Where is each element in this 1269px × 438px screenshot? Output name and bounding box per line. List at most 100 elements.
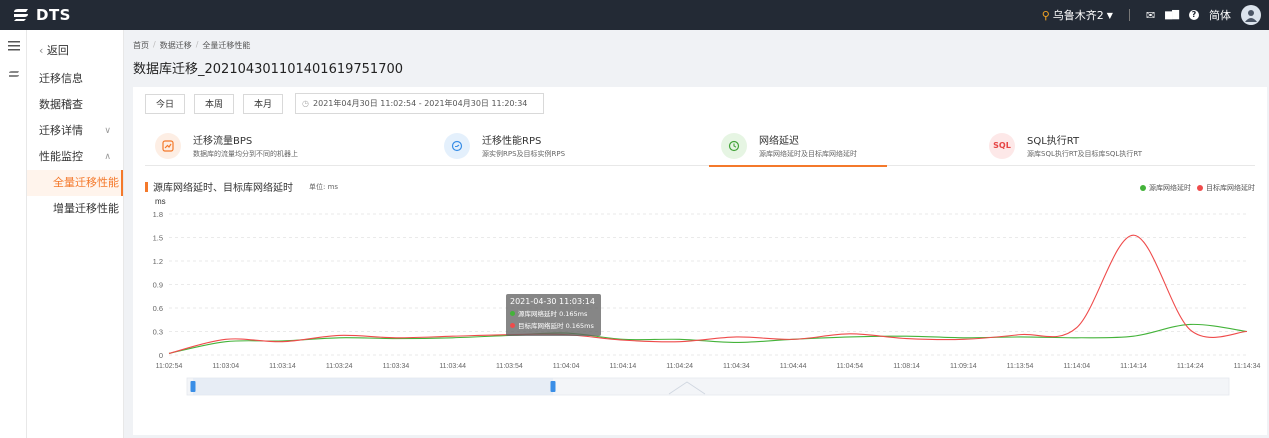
tab-title: 迁移流量BPS [193, 136, 253, 147]
tab-rps[interactable]: 迁移性能RPS 源实例RPS及目标实例RPS [444, 125, 565, 166]
tooltip-row-source: 源库网络延时 0.165ms [510, 308, 597, 318]
y-tick-label: 1.2 [153, 257, 163, 266]
cloud-logo-icon [14, 9, 28, 21]
legend-dot [1140, 185, 1146, 191]
date-range-value: 2021年04月30日 11:02:54 - 2021年04月30日 11:20… [313, 99, 528, 108]
sidebar-item-incremental-perf[interactable]: 增量迁移性能 [27, 196, 123, 222]
page-title: 数据库迁移_20210430110140161975170​0 [133, 62, 404, 77]
chart-unit: 单位: ms [309, 182, 339, 191]
sidebar: ‹ 返回 迁移信息 数据稽查 迁移详情 ∨ 性能监控 ∧ 全量迁移性能 增量迁移性能 [27, 30, 124, 438]
language-switch[interactable]: 简体 [1209, 7, 1231, 23]
sidebar-item-migration-details[interactable]: 迁移详情 ∨ [27, 118, 123, 144]
tab-bps[interactable]: 迁移流量BPS 数据库的流量均分到不同的机器上 [155, 125, 298, 166]
hamburger-menu-icon[interactable] [0, 32, 27, 60]
x-tick-label: 11:14:14 [1120, 363, 1147, 370]
this-month-button[interactable]: 本月 [243, 93, 284, 114]
zoom-slider-window [193, 378, 553, 395]
tooltip-label: 源库网络延时 0.165ms [518, 310, 588, 318]
sidebar-item-data-check[interactable]: 数据稽查 [27, 92, 123, 118]
tab-desc: 源库SQL执行RT及目标库SQL执行RT [1027, 150, 1142, 158]
x-tick-label: 11:03:44 [439, 363, 466, 370]
tab-network-latency[interactable]: 网络延迟 源库网络延时及目标库网络延时 [709, 125, 887, 167]
tooltip-row-target: 目标库网络延时 0.165ms [510, 320, 597, 330]
x-tick-label: 11:04:34 [723, 363, 750, 370]
gauge-icon [444, 132, 470, 159]
x-tick-label: 11:04:54 [836, 363, 863, 370]
x-tick-label: 11:03:14 [269, 363, 296, 370]
tooltip-label: 目标库网络延时 0.165ms [518, 322, 594, 330]
sidebar-item-performance[interactable]: 性能监控 ∧ [27, 144, 123, 170]
x-tick-label: 11:04:04 [553, 363, 580, 370]
latency-chart[interactable]: ms 0 0.3 0.6 0.9 1.2 1.5 1.8 11:02:54 11:03:04 11:… [133, 192, 1267, 435]
sidebar-item-label: 全量迁移性能 [53, 176, 119, 189]
tab-desc: 数据库的流量均分到不同的机器上 [193, 150, 298, 158]
sql-icon: SQL [989, 132, 1015, 159]
x-tick-label: 11:02:54 [156, 363, 183, 370]
x-tick-label: 11:08:14 [893, 363, 920, 370]
zoom-handle-left[interactable] [190, 381, 196, 392]
breadcrumb-separator: / [153, 40, 156, 49]
tab-desc: 源实例RPS及目标实例RPS [482, 150, 566, 158]
help-icon[interactable]: ? [1189, 10, 1199, 20]
x-tick-label: 11:14:24 [1177, 363, 1204, 370]
sidebar-item-label: 数据稽查 [39, 98, 83, 111]
x-tick-label: 11:14:34 [1234, 363, 1261, 370]
x-tick-label: 11:09:14 [950, 363, 977, 370]
y-tick-label: 0.6 [153, 304, 163, 313]
region-selector[interactable]: ⚲ 乌鲁木齐2 ▼ [1042, 7, 1113, 23]
y-tick-label: 1.5 [153, 234, 163, 243]
icon-rail [0, 30, 27, 438]
x-tick-label: 11:04:24 [666, 363, 693, 370]
breadcrumb-data-migration[interactable]: 数据迁移 [160, 40, 192, 51]
chevron-left-icon: ‹ [39, 44, 44, 57]
back-link[interactable]: ‹ 返回 [27, 30, 123, 66]
breadcrumb-current: 全量迁移性能 [202, 41, 251, 50]
breadcrumb: 首页 / 数据迁移 / 全量迁移性能 [133, 40, 250, 51]
location-icon: ⚲ [1041, 8, 1050, 22]
x-tick-label: 11:04:14 [610, 363, 637, 370]
zoom-handle-right[interactable] [550, 381, 556, 392]
date-range-picker[interactable]: ◷ 2021年04月30日 11:02:54 - 2021年04月30日 11:… [295, 93, 545, 114]
performance-card: 今日 本周 本月 ◷ 2021年04月30日 11:02:54 - 2021年0… [133, 87, 1267, 435]
top-bar: DTS ⚲ 乌鲁木齐2 ▼ ✉ ▆▇ ? 简体 [0, 0, 1269, 30]
back-label: 返回 [46, 44, 69, 57]
breadcrumb-separator: / [195, 40, 199, 49]
tab-title: 迁移性能RPS [482, 136, 542, 147]
x-tick-label: 11:13:54 [1007, 363, 1034, 370]
tab-title: SQL执行RT [1027, 136, 1080, 147]
today-button[interactable]: 今日 [145, 93, 186, 114]
user-icon [1245, 10, 1257, 22]
x-tick-label: 11:03:54 [496, 363, 523, 370]
chevron-down-icon: ∨ [104, 126, 111, 136]
cloud-service-icon[interactable] [0, 60, 27, 88]
y-axis-label: ms [155, 197, 166, 206]
mail-icon[interactable]: ✉ [1146, 9, 1155, 22]
chart-tooltip: 2021-04-30 11:03:14 源库网络延时 0.165ms 目标库网络… [506, 294, 601, 336]
metric-tabs: 迁移流量BPS 数据库的流量均分到不同的机器上 迁移性能RPS 源实例RPS及目… [145, 125, 1255, 167]
sidebar-item-full-migration-perf[interactable]: 全量迁移性能 [27, 170, 123, 196]
series-line-target [168, 234, 1248, 354]
clock-icon [721, 132, 747, 159]
legend-dot [1197, 185, 1203, 191]
trend-icon [155, 132, 181, 159]
y-tick-label: 0.3 [153, 328, 163, 337]
app-name: DTS [36, 6, 71, 24]
avatar[interactable] [1241, 5, 1261, 25]
y-tick-label: 0 [159, 351, 163, 360]
breadcrumb-home[interactable]: 首页 [133, 40, 149, 51]
divider [1128, 9, 1130, 21]
x-tick-label: 11:04:44 [780, 363, 807, 370]
bar-chart-icon[interactable]: ▆▇ [1165, 10, 1179, 20]
x-tick-label: 11:03:34 [383, 363, 410, 370]
section-marker [145, 181, 148, 192]
sidebar-item-migration-info[interactable]: 迁移信息 [27, 66, 123, 92]
sidebar-item-label: 性能监控 [39, 150, 83, 163]
tab-desc: 源库网络延时及目标库网络延时 [759, 150, 857, 158]
tab-sql-rt[interactable]: SQL SQL执行RT 源库SQL执行RT及目标库SQL执行RT [989, 125, 1142, 166]
x-tick-label: 11:03:24 [326, 363, 353, 370]
logo[interactable]: DTS [12, 6, 71, 24]
tooltip-dot [510, 322, 515, 328]
tab-title: 网络延迟 [759, 136, 799, 147]
this-week-button[interactable]: 本周 [194, 93, 235, 114]
y-tick-label: 1.8 [153, 210, 163, 219]
